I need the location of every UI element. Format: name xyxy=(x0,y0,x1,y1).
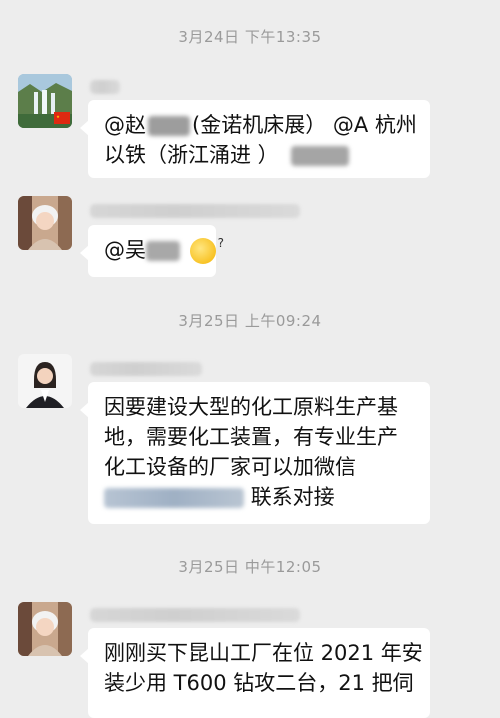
nickname-blurred xyxy=(90,608,300,622)
message-line: @吴 xyxy=(104,228,224,265)
nickname-blurred xyxy=(90,362,202,376)
avatar-woman[interactable] xyxy=(18,196,72,250)
timestamp: 3月25日 上午09:24 xyxy=(178,312,322,330)
thinking-face-emoji-icon xyxy=(190,228,224,264)
woman-avatar-icon xyxy=(18,196,72,250)
message-line: 装少用 T600 钻攻二台，21 把伺 xyxy=(104,671,414,695)
message-line: 联系对接 xyxy=(104,482,416,512)
redacted-name xyxy=(146,241,180,261)
avatar-landscape[interactable] xyxy=(18,74,72,128)
business-woman-avatar-icon xyxy=(18,354,72,408)
message-text: @吴 xyxy=(104,238,146,262)
message-bubble[interactable]: @吴 xyxy=(80,225,224,277)
message-bubble[interactable]: @赵 (金诺机床展） @A 杭州 以铁（浙江涌进 ） xyxy=(80,100,430,178)
nickname-blurred xyxy=(90,204,300,218)
message-text: @赵 xyxy=(104,113,146,137)
avatar-woman[interactable] xyxy=(18,602,72,656)
message-line: @赵 (金诺机床展） @A 杭州 xyxy=(104,110,417,140)
message-line: 以铁（浙江涌进 ） xyxy=(104,140,416,170)
message-bubble[interactable]: 刚刚买下昆山工厂在位 2021 年安 装少用 T600 钻攻二台，21 把伺 xyxy=(80,628,430,718)
avatar-business-woman[interactable] xyxy=(18,354,72,408)
message-line: 刚刚买下昆山工厂在位 2021 年安 xyxy=(104,641,423,665)
woman-avatar-icon xyxy=(18,602,72,656)
message-text: 以铁（浙江涌进 ） xyxy=(104,143,279,167)
timestamp: 3月24日 下午13:35 xyxy=(178,28,322,46)
timestamp: 3月25日 中午12:05 xyxy=(178,558,322,576)
message-bubble[interactable]: 因要建设大型的化工原料生产基 地，需要化工装置，有专业生产 化工设备的厂家可以加… xyxy=(80,382,430,524)
message-line: 化工设备的厂家可以加微信 xyxy=(104,455,356,479)
message-text: (金诺机床展） @A 杭州 xyxy=(192,113,417,137)
message-line: 地，需要化工装置，有专业生产 xyxy=(104,425,398,449)
message-line: 因要建设大型的化工原料生产基 xyxy=(104,395,398,419)
waterfall-avatar-icon xyxy=(18,74,72,128)
redacted-phone-number xyxy=(104,488,244,508)
message-text: 联系对接 xyxy=(250,485,335,509)
nickname-blurred xyxy=(90,80,120,94)
redacted-name xyxy=(291,146,350,166)
redacted-name xyxy=(148,116,190,136)
